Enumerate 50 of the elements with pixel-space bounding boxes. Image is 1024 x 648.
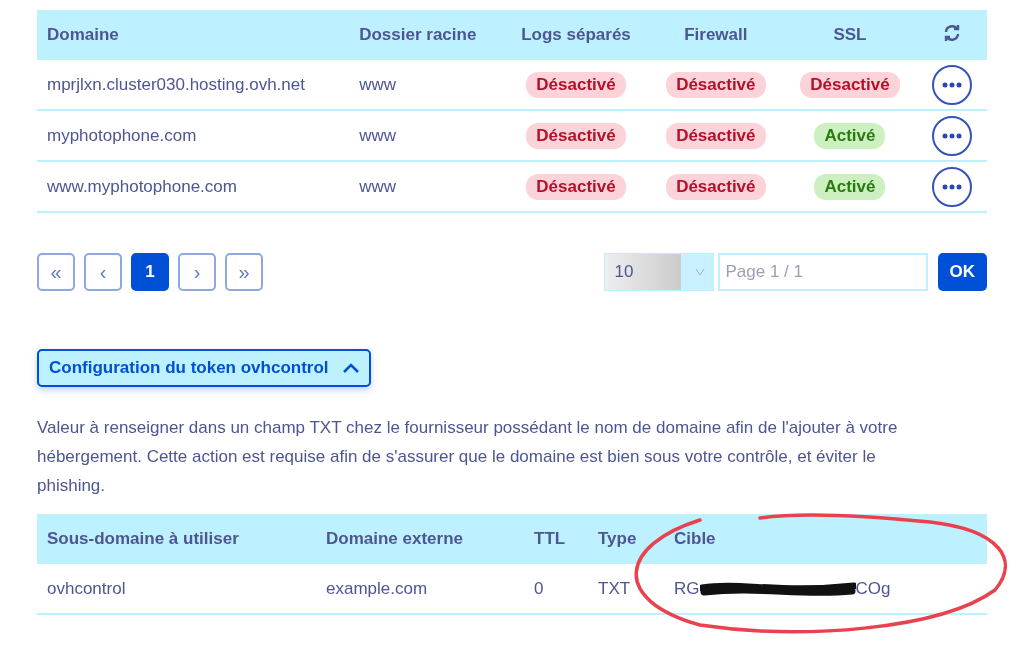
- table-cell: ovhcontrol: [37, 564, 316, 614]
- page-button[interactable]: «: [37, 253, 75, 291]
- table-cell: www.myphotophone.com: [37, 161, 350, 212]
- page-button[interactable]: ›: [178, 253, 216, 291]
- status-badge: Désactivé: [526, 122, 626, 149]
- page-field[interactable]: Page 1 / 1: [717, 253, 928, 291]
- token-config-toggle[interactable]: Configuration du token ovhcontrol: [37, 349, 371, 387]
- status-badge: Désactivé: [526, 71, 626, 98]
- column-header: Cible: [664, 514, 987, 564]
- status-badge: Désactivé: [666, 122, 766, 149]
- more-button[interactable]: [932, 166, 972, 207]
- page-button[interactable]: 1: [131, 253, 169, 291]
- page-button[interactable]: »: [225, 253, 263, 291]
- more-icon: [942, 81, 962, 88]
- table-cell: www: [349, 161, 504, 212]
- column-header: Dossier racine: [349, 10, 504, 60]
- table-cell: myphotophone.com: [37, 110, 350, 161]
- table-cell: mprjlxn.cluster030.hosting.ovh.net: [37, 60, 350, 110]
- page-button[interactable]: ‹: [84, 253, 122, 291]
- more-button[interactable]: [932, 115, 972, 156]
- column-header: Sous-domaine à utiliser: [37, 514, 316, 564]
- column-header: SSL: [782, 10, 917, 60]
- table-cell: TXT: [588, 564, 664, 614]
- column-header: Type: [588, 514, 664, 564]
- table-cell: www: [349, 110, 504, 161]
- status-badge: Activé: [814, 173, 886, 200]
- dropdown-caret-icon: [694, 268, 705, 276]
- more-icon: [942, 132, 962, 139]
- refresh-icon[interactable]: [943, 23, 961, 42]
- status-badge: Désactivé: [666, 173, 766, 200]
- table-cell: 0: [524, 564, 588, 614]
- description-text: Valeur à renseigner dans un champ TXT chez le fournisseur possédant le nom de domaine afin de l'ajouter à votre hébergement. Cette action est requise afin de s'assurer que le domaine est bien sous votre contrôle, et éviter le phishing.: [37, 417, 899, 497]
- column-header: Firewall: [648, 10, 783, 60]
- chevron-icon: [342, 363, 359, 373]
- status-badge: Désactivé: [526, 173, 626, 200]
- column-header: TTL: [524, 514, 588, 564]
- target-text: RG: [674, 578, 700, 599]
- more-button[interactable]: [932, 64, 972, 105]
- status-badge: Désactivé: [800, 71, 900, 98]
- table-cell: www: [349, 60, 504, 110]
- status-badge: Activé: [814, 122, 886, 149]
- more-icon: [942, 183, 962, 190]
- column-header: Domaine externe: [316, 514, 524, 564]
- status-badge: Désactivé: [666, 71, 766, 98]
- column-header: Domaine: [37, 10, 350, 60]
- column-header: Logs séparés: [503, 10, 649, 60]
- ok-button[interactable]: OK: [937, 253, 987, 291]
- table-cell: example.com: [316, 564, 524, 614]
- page-size-select[interactable]: 10: [603, 253, 714, 291]
- target-text: COg: [855, 578, 891, 599]
